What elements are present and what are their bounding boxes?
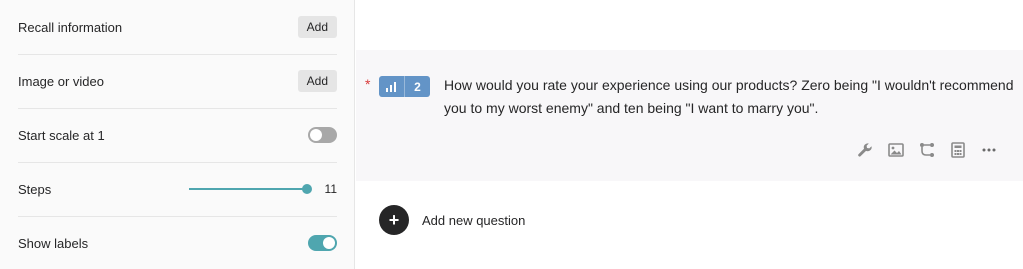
recall-information-row: Recall information Add (18, 0, 337, 54)
steps-control: 11 (189, 182, 337, 196)
wrench-icon[interactable] (856, 141, 874, 159)
question-number: 2 (414, 79, 421, 94)
required-marker: * (365, 76, 371, 92)
image-or-video-label: Image or video (18, 73, 104, 89)
image-or-video-add-button[interactable]: Add (297, 70, 337, 92)
slider-thumb[interactable] (302, 184, 312, 194)
start-scale-label: Start scale at 1 (18, 127, 105, 143)
more-icon[interactable] (980, 141, 998, 159)
steps-row: Steps 11 (18, 162, 337, 216)
slider-fill (189, 188, 307, 190)
question-text[interactable]: How would you rate your experience using… (444, 74, 1014, 120)
steps-slider[interactable] (189, 183, 312, 195)
branching-icon[interactable] (918, 141, 936, 159)
opinion-scale-icon (379, 76, 404, 97)
add-new-question-label: Add new question (422, 212, 526, 228)
image-or-video-row: Image or video Add (18, 54, 337, 108)
steps-label: Steps (18, 181, 52, 197)
calculator-icon[interactable] (949, 141, 967, 159)
toggle-knob (310, 129, 322, 141)
start-scale-row: Start scale at 1 (18, 108, 337, 162)
question-block[interactable]: * 2 How would you rate your experience u… (356, 50, 1023, 181)
question-badge[interactable]: 2 (379, 76, 430, 97)
show-labels-toggle[interactable] (308, 235, 337, 251)
recall-information-label: Recall information (18, 19, 123, 35)
steps-value: 11 (324, 182, 337, 196)
toggle-knob (323, 237, 335, 249)
image-icon[interactable] (887, 141, 905, 159)
show-labels-label: Show labels (18, 235, 89, 251)
start-scale-toggle[interactable] (308, 127, 337, 143)
plus-icon[interactable]: + (379, 205, 409, 235)
recall-information-add-button[interactable]: Add (297, 16, 337, 38)
question-toolbar (856, 141, 998, 159)
question-settings-panel: Recall information Add Image or video Ad… (0, 0, 355, 269)
show-labels-row: Show labels (18, 216, 337, 269)
add-new-question-button[interactable]: + Add new question (379, 205, 525, 235)
